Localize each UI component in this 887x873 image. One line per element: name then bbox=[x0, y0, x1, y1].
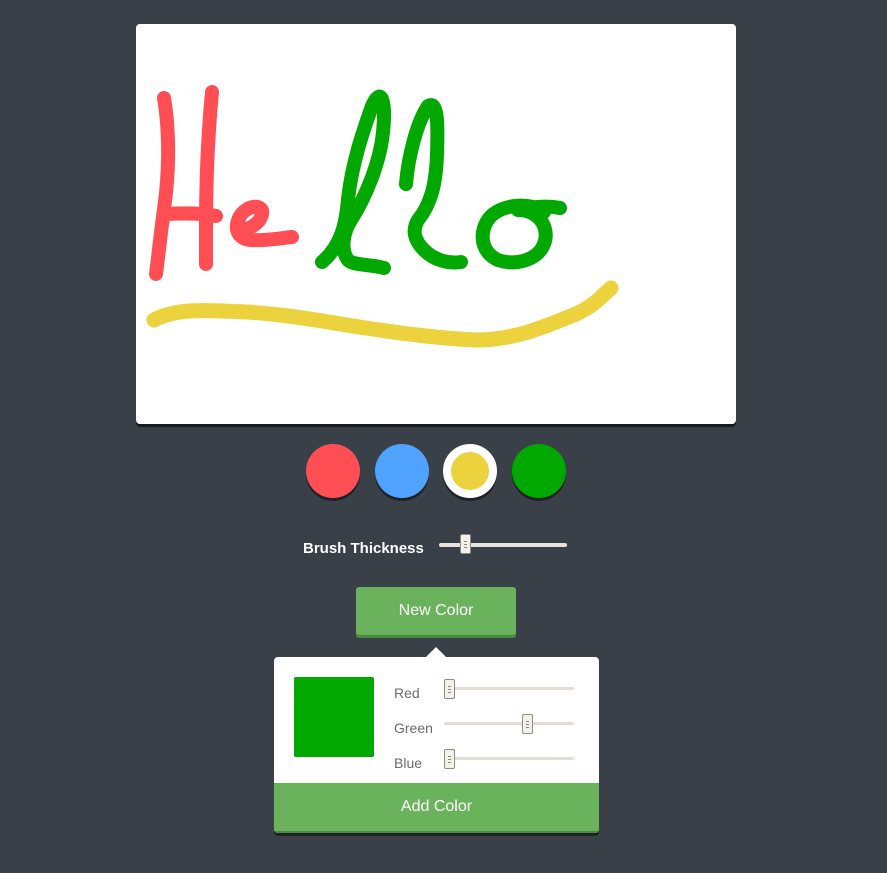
blue-slider[interactable] bbox=[444, 749, 574, 769]
red-slider[interactable] bbox=[444, 679, 574, 699]
drawing-surface[interactable] bbox=[136, 24, 736, 424]
stroke-H-crossbar bbox=[159, 206, 223, 223]
swatch-green[interactable] bbox=[512, 444, 566, 498]
brush-slider-thumb[interactable] bbox=[460, 534, 471, 554]
stroke-o bbox=[475, 198, 567, 270]
green-slider-thumb[interactable] bbox=[522, 714, 533, 734]
stroke-e bbox=[229, 199, 299, 248]
add-color-button[interactable]: Add Color bbox=[274, 783, 599, 831]
swatch-blue[interactable] bbox=[375, 444, 429, 498]
brush-thickness-label: Brush Thickness bbox=[303, 540, 424, 557]
stroke-H-left bbox=[149, 91, 176, 281]
red-slider-thumb[interactable] bbox=[444, 679, 455, 699]
stroke-l-second bbox=[399, 98, 468, 270]
green-label: Green bbox=[394, 720, 433, 736]
stroke-underline bbox=[146, 280, 619, 348]
brush-thickness-slider[interactable] bbox=[439, 534, 567, 554]
blue-slider-thumb[interactable] bbox=[444, 749, 455, 769]
new-color-button[interactable]: New Color bbox=[356, 587, 516, 635]
stroke-l-first bbox=[315, 89, 391, 275]
color-preview bbox=[294, 677, 374, 757]
blue-slider-track[interactable] bbox=[444, 757, 574, 760]
green-slider-track[interactable] bbox=[444, 722, 574, 725]
red-label: Red bbox=[394, 685, 420, 701]
color-palette bbox=[0, 444, 887, 504]
popup-arrow bbox=[426, 647, 446, 657]
red-slider-track[interactable] bbox=[444, 687, 574, 690]
green-slider[interactable] bbox=[444, 714, 574, 734]
color-picker-popup: Red Green Blue Add Color bbox=[274, 657, 599, 833]
drawing-canvas[interactable] bbox=[136, 24, 736, 424]
blue-label: Blue bbox=[394, 755, 423, 771]
swatch-red[interactable] bbox=[306, 444, 360, 498]
brush-slider-track[interactable] bbox=[439, 543, 567, 547]
swatch-yellow[interactable] bbox=[443, 444, 497, 498]
stroke-H-right bbox=[199, 85, 219, 271]
